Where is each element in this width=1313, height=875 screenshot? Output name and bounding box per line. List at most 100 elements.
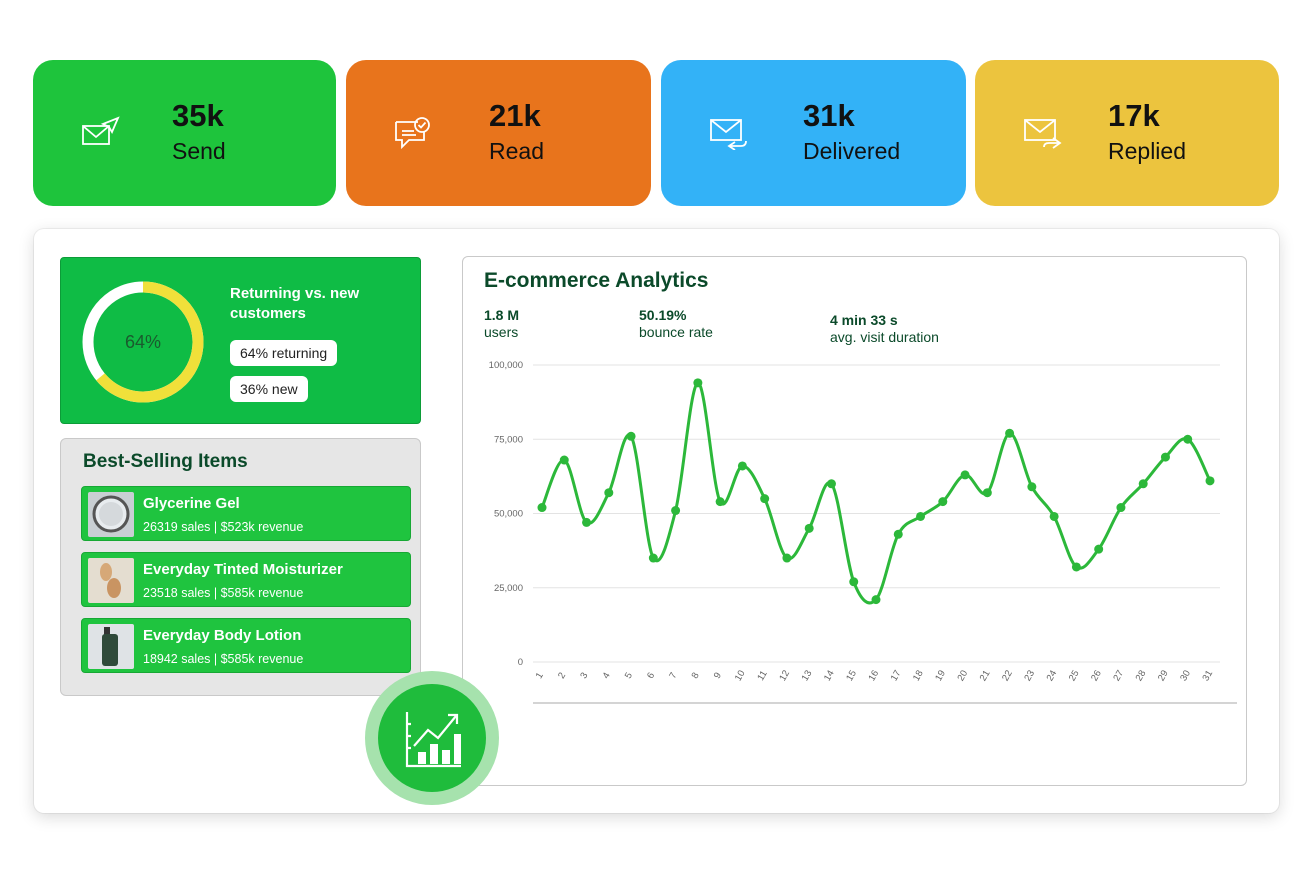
donut-percent: 64% xyxy=(125,332,161,352)
y-tick-label: 0 xyxy=(518,657,523,668)
x-tick-label: 5 xyxy=(623,671,635,681)
x-tick-label: 6 xyxy=(645,671,657,681)
stat-label: Read xyxy=(489,138,544,164)
data-point xyxy=(737,461,747,471)
stat-card-replied[interactable]: 17k Replied xyxy=(975,60,1279,206)
y-tick-label: 25,000 xyxy=(494,583,523,594)
product-thumbnail xyxy=(88,492,134,537)
data-point xyxy=(693,378,703,388)
product-thumbnail xyxy=(88,624,134,669)
data-point xyxy=(1138,479,1148,489)
data-point xyxy=(893,529,903,539)
best-selling-item[interactable]: Everyday Body Lotion 18942 sales | $585k… xyxy=(81,618,411,673)
data-point xyxy=(715,497,725,507)
data-point xyxy=(804,523,814,533)
x-tick-label: 19 xyxy=(933,668,948,683)
mail-reply-icon xyxy=(709,116,749,151)
data-point xyxy=(849,577,859,587)
x-tick-label: 27 xyxy=(1111,668,1126,683)
item-name: Everyday Tinted Moisturizer xyxy=(143,561,343,578)
x-tick-label: 24 xyxy=(1045,668,1060,683)
customers-donut: 64% xyxy=(82,281,204,403)
x-tick-label: 9 xyxy=(712,671,724,681)
x-tick-label: 22 xyxy=(1000,668,1015,683)
data-point xyxy=(782,553,792,563)
data-point xyxy=(582,517,592,527)
stat-value: 17k xyxy=(1108,98,1160,133)
bar-chart-growth-icon xyxy=(405,712,461,768)
item-name: Everyday Body Lotion xyxy=(143,627,302,644)
data-point xyxy=(537,503,547,513)
data-point xyxy=(938,497,948,507)
mail-forward-icon xyxy=(1023,116,1063,150)
item-meta: 18942 sales | $585k revenue xyxy=(143,652,304,666)
data-point xyxy=(960,470,970,480)
data-point xyxy=(1005,428,1015,438)
analytics-card: E-commerce Analytics 1.8 M users 50.19% … xyxy=(462,256,1247,786)
data-point xyxy=(648,553,658,563)
new-pill: 36% new xyxy=(230,376,308,402)
x-tick-label: 18 xyxy=(911,668,926,683)
series-line xyxy=(540,381,1212,605)
x-tick-label: 13 xyxy=(800,668,815,683)
item-meta: 26319 sales | $523k revenue xyxy=(143,520,304,534)
customers-title: Returning vs. new customers xyxy=(230,285,360,322)
x-tick-label: 1 xyxy=(534,671,546,681)
data-point xyxy=(559,455,569,465)
x-tick-label: 10 xyxy=(733,668,748,683)
data-point xyxy=(1094,544,1104,554)
x-tick-label: 29 xyxy=(1156,668,1171,683)
x-tick-label: 11 xyxy=(755,669,769,683)
y-tick-label: 50,000 xyxy=(494,509,523,520)
y-tick-label: 100,000 xyxy=(489,360,523,371)
stat-card-read[interactable]: 21k Read xyxy=(346,60,651,206)
x-tick-label: 4 xyxy=(601,671,613,681)
data-point xyxy=(1116,503,1126,513)
data-point xyxy=(1160,452,1170,462)
best-selling-item[interactable]: Glycerine Gel 26319 sales | $523k revenu… xyxy=(81,486,411,541)
stat-label: Delivered xyxy=(803,138,901,164)
x-tick-label: 30 xyxy=(1178,668,1193,683)
data-point xyxy=(1205,476,1215,486)
best-selling-item[interactable]: Everyday Tinted Moisturizer 23518 sales … xyxy=(81,552,411,607)
x-tick-label: 31 xyxy=(1200,668,1215,683)
data-point xyxy=(1071,562,1081,572)
x-tick-label: 15 xyxy=(844,668,859,683)
x-tick-label: 3 xyxy=(578,671,590,681)
line-chart: 025,00050,00075,000100,0001 2 3 4 5 6 7 8 9 10 11 1… xyxy=(489,360,1237,704)
data-point xyxy=(826,479,836,489)
x-tick-label: 20 xyxy=(955,668,970,683)
stat-value: 31k xyxy=(803,98,855,133)
returning-pill: 64% returning xyxy=(230,340,338,366)
stat-card-delivered[interactable]: 31k Delivered xyxy=(661,60,966,206)
x-tick-label: 16 xyxy=(866,668,881,683)
best-selling-card: Best-Selling Items Glycerine Gel 26319 s… xyxy=(60,438,421,696)
best-selling-title: Best-Selling Items xyxy=(83,451,248,472)
stat-label: Replied xyxy=(1108,138,1186,164)
x-tick-label: 12 xyxy=(777,668,792,683)
data-point xyxy=(604,488,614,498)
chart-badge xyxy=(365,671,499,805)
x-tick-label: 7 xyxy=(667,671,679,681)
stat-value: 21k xyxy=(489,98,541,133)
stat-label: Send xyxy=(172,138,226,164)
stat-card-send[interactable]: 35k Send xyxy=(33,60,336,206)
x-tick-label: 8 xyxy=(690,671,702,681)
data-point xyxy=(1049,511,1059,521)
data-point xyxy=(916,511,926,521)
x-tick-label: 25 xyxy=(1067,668,1082,683)
x-tick-label: 2 xyxy=(556,671,568,681)
data-point xyxy=(671,506,681,516)
chat-check-icon xyxy=(394,116,434,150)
x-tick-label: 14 xyxy=(822,668,837,683)
customers-card[interactable]: 64% Returning vs. new customers 64% retu… xyxy=(60,257,421,424)
send-mail-icon xyxy=(81,116,121,150)
data-point xyxy=(1183,434,1193,444)
x-tick-label: 23 xyxy=(1022,668,1037,683)
product-thumbnail xyxy=(88,558,134,603)
x-tick-label: 17 xyxy=(889,668,904,683)
stat-value: 35k xyxy=(172,98,224,133)
data-point xyxy=(871,595,881,605)
data-point xyxy=(626,431,636,441)
x-tick-label: 26 xyxy=(1089,668,1104,683)
